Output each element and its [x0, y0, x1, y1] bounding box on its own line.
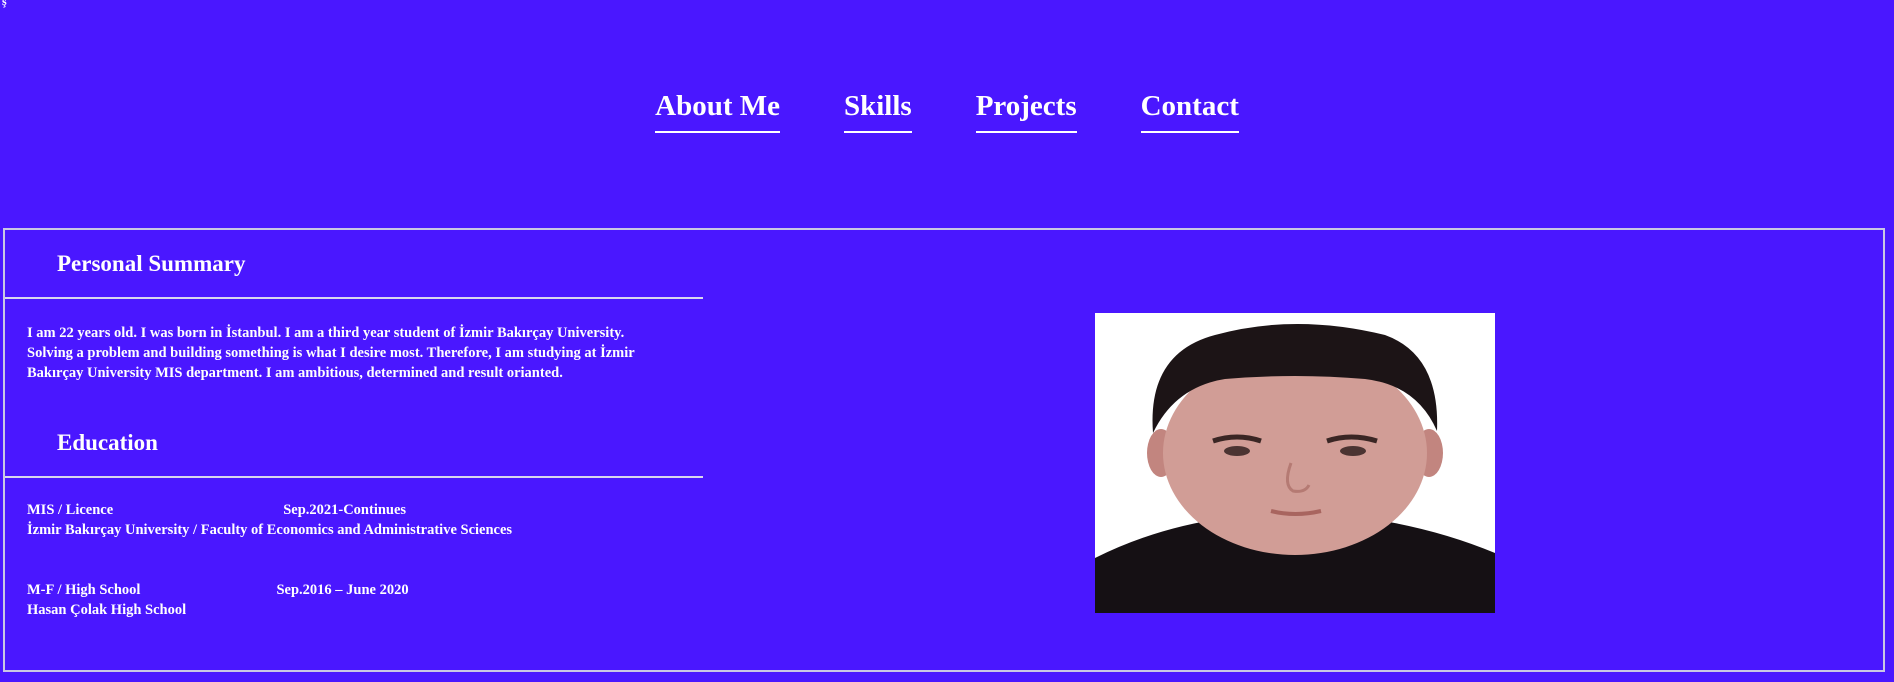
nav-link-contact[interactable]: Contact — [1140, 92, 1239, 133]
top-navigation: About Me Skills Projects Contact — [0, 92, 1894, 133]
profile-photo — [1095, 313, 1495, 613]
profile-panel: Personal Summary I am 22 years old. I wa… — [3, 228, 1885, 672]
education-school: Hasan Çolak High School — [27, 602, 187, 618]
education-date: Sep.2021-Continues — [283, 502, 407, 518]
profile-photo-illustration — [1095, 313, 1495, 613]
corner-glyph: ş — [2, 0, 7, 8]
education-divider — [5, 476, 703, 478]
education-date: Sep.2016 – June 2020 — [276, 582, 409, 598]
education-degree: M-F / High School — [27, 582, 141, 598]
nav-link-skills[interactable]: Skills — [843, 92, 912, 133]
education-school: İzmir Bakırçay University / Faculty of E… — [27, 522, 513, 538]
profile-text-column: Personal Summary I am 22 years old. I wa… — [5, 230, 703, 620]
nav-link-about-me[interactable]: About Me — [655, 92, 780, 133]
nav-link-projects[interactable]: Projects — [975, 92, 1077, 133]
education-entry: MIS / Licence Sep.2021-Continues İzmir Ba… — [5, 500, 703, 540]
personal-summary-text: I am 22 years old. I was born in İstanbu… — [27, 325, 635, 381]
education-heading: Education — [57, 430, 158, 455]
education-entry: M-F / High School Sep.2016 – June 2020 Ha… — [5, 580, 703, 620]
personal-summary-heading: Personal Summary — [57, 251, 246, 276]
education-degree: MIS / Licence — [27, 502, 114, 518]
